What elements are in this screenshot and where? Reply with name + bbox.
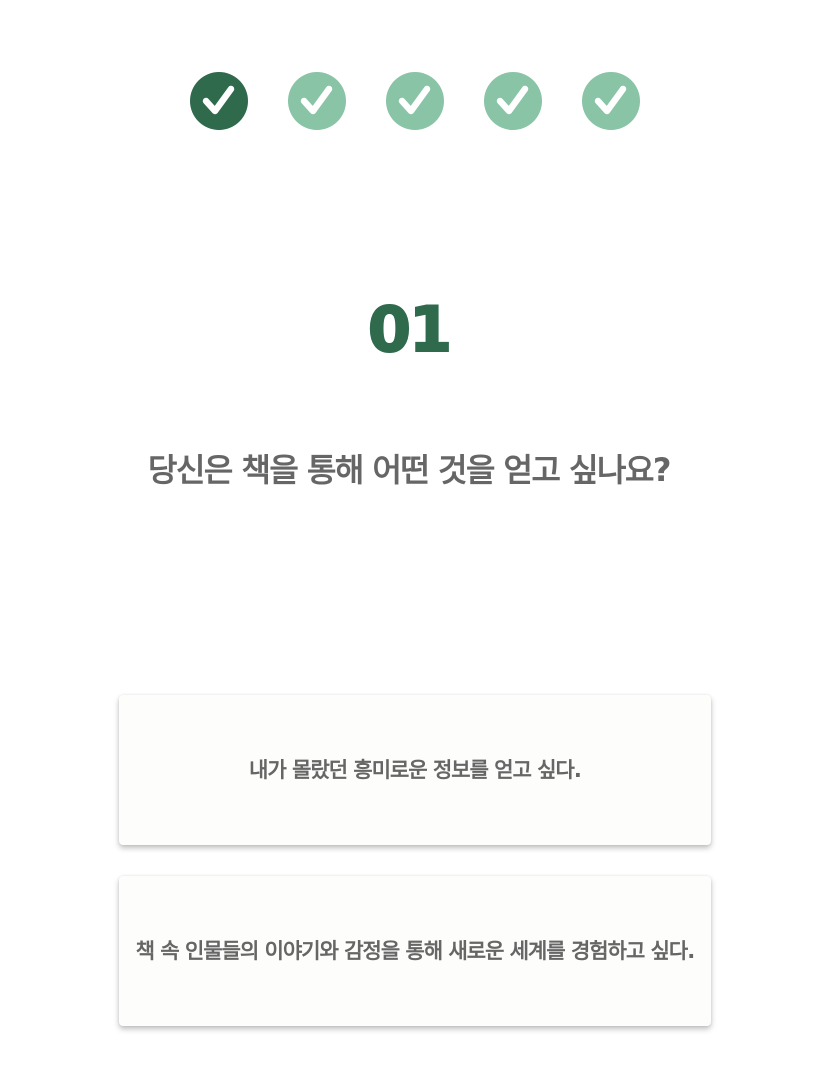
check-icon [190, 72, 248, 130]
progress-step-2 [288, 72, 346, 130]
progress-indicator [0, 72, 818, 130]
answer-option-2[interactable]: 책 속 인물들의 이야기와 감정을 통해 새로운 세계를 경험하고 싶다. [119, 876, 711, 1026]
check-icon [582, 72, 640, 130]
check-icon [484, 72, 542, 130]
answer-option-1[interactable]: 내가 몰랐던 흥미로운 정보를 얻고 싶다. [119, 695, 711, 845]
question-number: 01 [367, 292, 453, 367]
check-icon [386, 72, 444, 130]
check-icon [288, 72, 346, 130]
progress-step-1 [190, 72, 248, 130]
progress-step-4 [484, 72, 542, 130]
answer-option-label: 책 속 인물들의 이야기와 감정을 통해 새로운 세계를 경험하고 싶다. [135, 939, 695, 963]
progress-step-5 [582, 72, 640, 130]
answer-option-label: 내가 몰랐던 흥미로운 정보를 얻고 싶다. [249, 758, 582, 782]
question-text: 당신은 책을 통해 어떤 것을 얻고 싶나요? [148, 451, 671, 489]
progress-step-3 [386, 72, 444, 130]
